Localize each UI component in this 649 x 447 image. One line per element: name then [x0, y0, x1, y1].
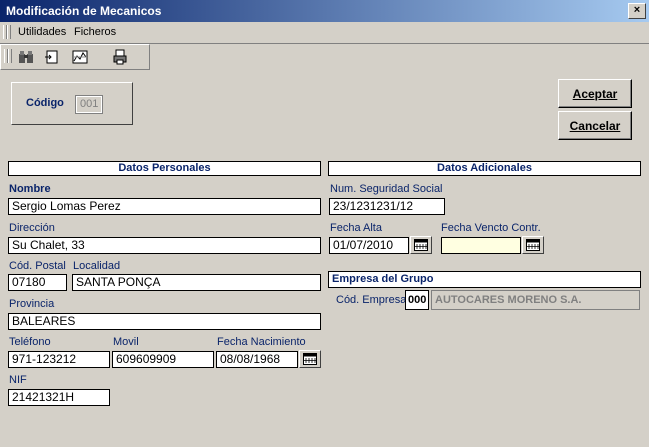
- close-button[interactable]: ×: [628, 3, 646, 19]
- section-datos-adicionales: Datos Adicionales: [328, 161, 641, 176]
- calendar-icon[interactable]: [299, 350, 321, 368]
- binoculars-icon[interactable]: [15, 48, 37, 66]
- section-empresa-grupo: Empresa del Grupo: [328, 271, 641, 288]
- localidad-label: Localidad: [73, 260, 121, 272]
- cod-empresa-label: Cód. Empresa: [336, 294, 407, 306]
- menu-bar: Utilidades Ficheros: [0, 22, 649, 44]
- cancelar-button[interactable]: Cancelar: [558, 111, 632, 140]
- alta-label: Fecha Alta: [330, 222, 382, 234]
- section-datos-personales: Datos Personales: [8, 161, 321, 176]
- provincia-field[interactable]: BALEARES: [8, 313, 321, 330]
- alta-field[interactable]: 01/07/2010: [329, 237, 409, 254]
- calendar-icon[interactable]: [522, 236, 544, 254]
- menu-grip: [7, 25, 11, 39]
- calendar-icon[interactable]: [410, 236, 432, 254]
- window-title: Modificación de Mecanicos: [6, 4, 162, 18]
- nacimiento-field[interactable]: 08/08/1968: [216, 351, 298, 368]
- codigo-panel: Código 001: [11, 82, 133, 125]
- nss-label: Num. Seguridad Social: [330, 183, 443, 195]
- cp-field[interactable]: 07180: [8, 274, 67, 291]
- aceptar-button[interactable]: Aceptar: [558, 79, 632, 108]
- localidad-field[interactable]: SANTA PONÇA: [72, 274, 321, 291]
- vencto-label: Fecha Vencto Contr.: [441, 222, 541, 234]
- telefono-label: Teléfono: [9, 336, 51, 348]
- vencto-field[interactable]: [441, 237, 521, 254]
- direccion-label: Dirección: [9, 222, 55, 234]
- nss-field[interactable]: 23/1231231/12: [329, 198, 445, 215]
- movil-field[interactable]: 609609909: [112, 351, 214, 368]
- direccion-field[interactable]: Su Chalet, 33: [8, 237, 321, 254]
- toolbar-grip: [8, 49, 12, 63]
- cancelar-label: Cancelar: [569, 118, 621, 133]
- cod-empresa-field[interactable]: 000: [405, 290, 429, 310]
- exit-door-icon[interactable]: [41, 48, 63, 66]
- chart-icon[interactable]: [69, 48, 91, 66]
- telefono-field[interactable]: 971-123212: [8, 351, 110, 368]
- nombre-label: Nombre: [9, 183, 51, 195]
- print-icon[interactable]: [109, 48, 131, 66]
- cp-label: Cód. Postal: [9, 260, 66, 272]
- window: Modificación de Mecanicos × Utilidades F…: [0, 0, 649, 447]
- empresa-nombre-field: AUTOCARES MORENO S.A.: [431, 290, 640, 310]
- aceptar-label: Aceptar: [572, 86, 618, 101]
- title-bar: Modificación de Mecanicos ×: [0, 0, 649, 22]
- codigo-label: Código: [26, 97, 64, 109]
- nif-field[interactable]: 21421321H: [8, 389, 110, 406]
- menu-ficheros[interactable]: Ficheros: [74, 26, 116, 38]
- menu-utilidades[interactable]: Utilidades: [18, 26, 66, 38]
- nombre-field[interactable]: Sergio Lomas Perez: [8, 198, 321, 215]
- nif-label: NIF: [9, 374, 27, 386]
- movil-label: Movil: [113, 336, 139, 348]
- provincia-label: Provincia: [9, 298, 55, 310]
- toolbar: [0, 44, 150, 70]
- codigo-field: 001: [75, 95, 103, 114]
- nacimiento-label: Fecha Nacimiento: [217, 336, 306, 348]
